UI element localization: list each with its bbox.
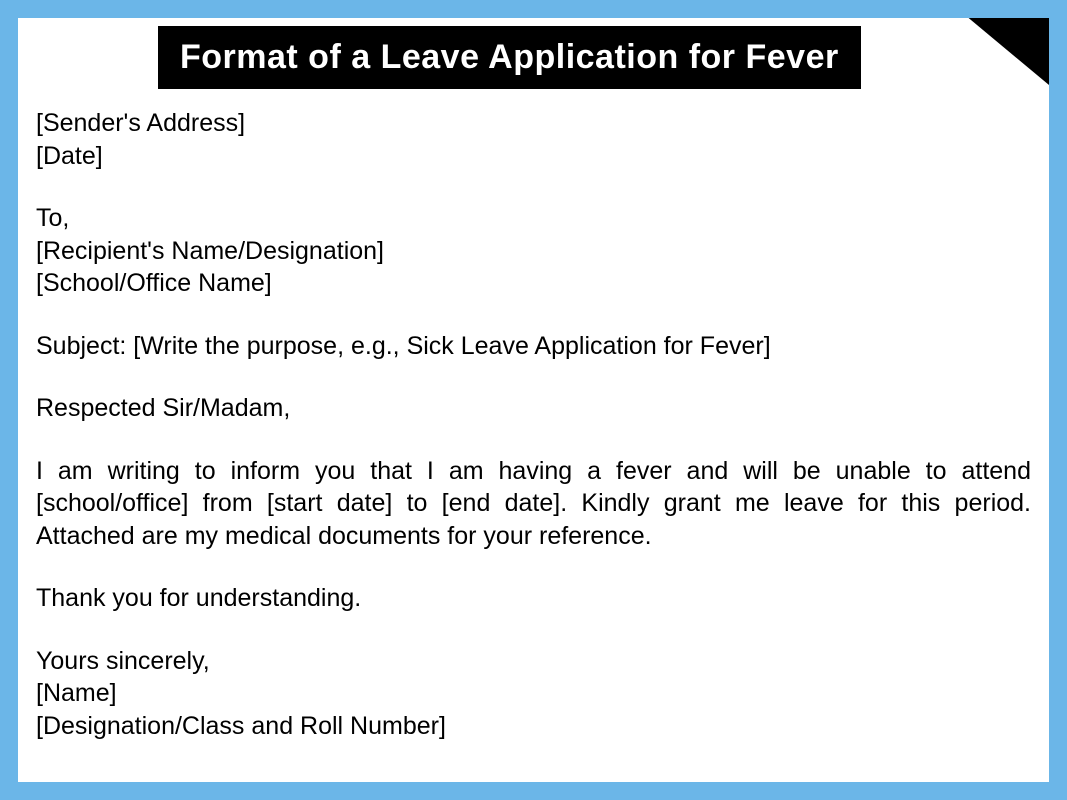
salutation-block: Respected Sir/Madam,: [36, 392, 1031, 425]
subject-block: Subject: [Write the purpose, e.g., Sick …: [36, 330, 1031, 363]
recipient-org: [School/Office Name]: [36, 267, 1031, 300]
recipient-name: [Recipient's Name/Designation]: [36, 235, 1031, 268]
thanks-block: Thank you for understanding.: [36, 582, 1031, 615]
sender-address: [Sender's Address]: [36, 107, 1031, 140]
closing-valediction: Yours sincerely,: [36, 645, 1031, 678]
closing-designation: [Designation/Class and Roll Number]: [36, 710, 1031, 743]
recipient-to: To,: [36, 202, 1031, 235]
subject-line: Subject: [Write the purpose, e.g., Sick …: [36, 330, 1031, 363]
thanks-line: Thank you for understanding.: [36, 582, 1031, 615]
recipient-block: To, [Recipient's Name/Designation] [Scho…: [36, 202, 1031, 300]
sender-block: [Sender's Address] [Date]: [36, 107, 1031, 172]
closing-name: [Name]: [36, 677, 1031, 710]
corner-fold-decoration: [947, 0, 1067, 100]
document-content: [Sender's Address] [Date] To, [Recipient…: [18, 89, 1049, 742]
sender-date: [Date]: [36, 140, 1031, 173]
body-paragraph: I am writing to inform you that I am hav…: [36, 455, 1031, 553]
document-frame: Format of a Leave Application for Fever …: [0, 0, 1067, 800]
salutation: Respected Sir/Madam,: [36, 392, 1031, 425]
document-title: Format of a Leave Application for Fever: [158, 26, 861, 89]
closing-block: Yours sincerely, [Name] [Designation/Cla…: [36, 645, 1031, 743]
